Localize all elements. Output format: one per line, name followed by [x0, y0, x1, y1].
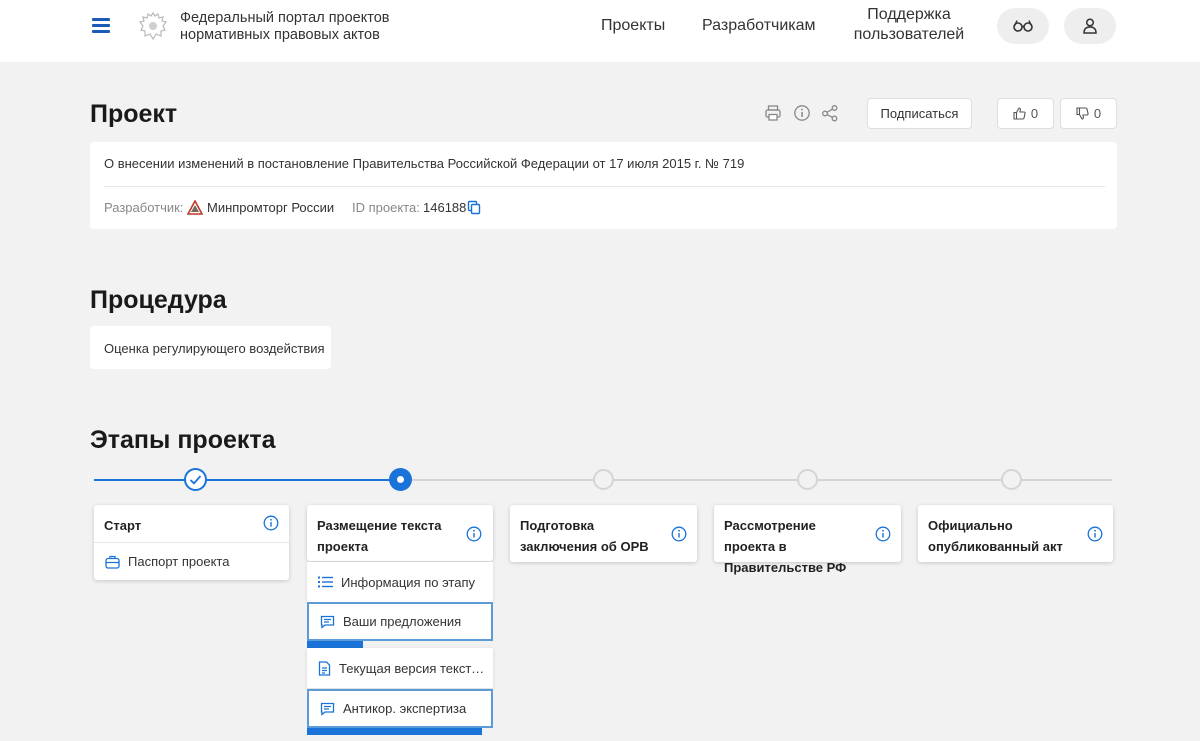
stage-placement-title: Размещение текста проекта [317, 518, 442, 554]
stage-orv-title: Подготовка заключения об ОРВ [520, 518, 649, 554]
info-icon[interactable] [875, 526, 891, 542]
stage-card-published[interactable]: Официально опубликованный акт [918, 505, 1113, 562]
stage-published-header: Официально опубликованный акт [918, 505, 1113, 561]
portal-title[interactable]: Федеральный портал проектов нормативных … [180, 10, 420, 44]
sub-item-anticorruption-label: Антикор. экспертиза [343, 701, 467, 716]
stages-track-completed [94, 479, 400, 481]
user-button[interactable] [1064, 8, 1116, 44]
stage-node-published [1001, 469, 1022, 490]
dislike-button[interactable]: 0 [1060, 98, 1117, 129]
thumbs-up-icon [1013, 107, 1026, 120]
proposals-progress-bar [307, 641, 363, 648]
stage-card-government[interactable]: Рассмотрение проекта в Правительстве РФ [714, 505, 901, 575]
info-icon[interactable] [1087, 526, 1103, 542]
printer-icon[interactable] [764, 104, 782, 122]
glasses-icon [1013, 20, 1033, 32]
sub-item-anticorruption[interactable]: Антикор. экспертиза [307, 689, 493, 728]
procedure-card: Оценка регулирующего воздействия [90, 326, 331, 369]
project-card: О внесении изменений в постановление Пра… [90, 142, 1117, 229]
project-id-label: ID проекта: [352, 200, 420, 215]
stage-node-orv [593, 469, 614, 490]
nav-developers[interactable]: Разработчикам [702, 16, 816, 36]
developer-label: Разработчик: [104, 200, 184, 215]
sub-item-proposals[interactable]: Ваши предложения [307, 602, 493, 641]
share-icon[interactable] [821, 104, 839, 122]
nav-support[interactable]: Поддержка пользователей [852, 5, 966, 45]
nav-support-line1: Поддержка [867, 6, 951, 23]
stage-orv-header: Подготовка заключения об ОРВ [510, 505, 697, 561]
info-icon[interactable] [671, 526, 687, 542]
stage-start-title: Старт [104, 518, 142, 533]
stage-card-placement[interactable]: Размещение текста проекта [307, 505, 493, 561]
coat-of-arms-icon [138, 11, 168, 41]
sub-item-stage-info[interactable]: Информация по этапу [307, 562, 493, 602]
stage-government-title: Рассмотрение проекта в Правительстве РФ [724, 518, 847, 575]
project-divider [104, 186, 1105, 187]
project-id-value: 146188 [423, 200, 467, 215]
procedure-heading: Процедура [90, 286, 227, 314]
info-icon[interactable] [793, 104, 811, 122]
ministry-logo-icon [187, 200, 203, 215]
stage-card-orv[interactable]: Подготовка заключения об ОРВ [510, 505, 697, 562]
portal-title-line1: Федеральный портал проектов [180, 10, 390, 26]
user-icon [1083, 18, 1097, 34]
thumbs-down-icon [1076, 107, 1089, 120]
like-count: 0 [1030, 106, 1039, 121]
nav-projects[interactable]: Проекты [601, 16, 665, 36]
project-heading: Проект [90, 100, 178, 128]
sub-item-proposals-label: Ваши предложения [343, 614, 462, 629]
like-button[interactable]: 0 [997, 98, 1054, 129]
stage-placement-header: Размещение текста проекта [307, 505, 493, 561]
document-icon [318, 660, 331, 676]
portal-title-line2: нормативных правовых актов [180, 27, 380, 43]
copy-icon[interactable] [467, 200, 481, 215]
nav-support-line2: пользователей [853, 26, 965, 43]
briefcase-icon [105, 555, 120, 569]
sub-item-stage-info-label: Информация по этапу [341, 574, 476, 590]
stage-node-start [184, 468, 207, 491]
subscribe-button[interactable]: Подписаться [867, 98, 972, 129]
stage-card-start[interactable]: Старт Паспорт проекта [94, 505, 289, 580]
sub-item-current-version[interactable]: Текущая версия текста проекта [307, 648, 493, 688]
sub-item-current-version-label: Текущая версия текста проекта [339, 660, 489, 676]
stage-government-header: Рассмотрение проекта в Правительстве РФ [714, 505, 901, 575]
accessibility-button[interactable] [997, 8, 1049, 44]
procedure-value: Оценка регулирующего воздействия [104, 341, 325, 356]
stages-heading: Этапы проекта [90, 426, 276, 454]
stage-published-title: Официально опубликованный акт [928, 518, 1063, 554]
developer-name[interactable]: Минпромторг России [207, 200, 334, 215]
project-description: О внесении изменений в постановление Пра… [104, 156, 745, 171]
top-header: Федеральный портал проектов нормативных … [0, 0, 1200, 62]
comment-icon [320, 615, 335, 629]
sub-item-passport[interactable]: Паспорт проекта [94, 542, 289, 580]
stage-node-placement [389, 468, 412, 491]
dislike-count: 0 [1093, 106, 1102, 121]
stage-start-header: Старт [94, 505, 289, 542]
sub-item-passport-label: Паспорт проекта [128, 554, 230, 569]
stage-node-government [797, 469, 818, 490]
hamburger-icon[interactable] [92, 17, 112, 35]
anticorruption-progress-bar [307, 728, 482, 735]
check-icon [189, 475, 202, 485]
info-icon[interactable] [466, 526, 482, 542]
info-icon[interactable] [263, 515, 279, 531]
list-icon [318, 576, 333, 588]
comment-icon [320, 702, 335, 716]
